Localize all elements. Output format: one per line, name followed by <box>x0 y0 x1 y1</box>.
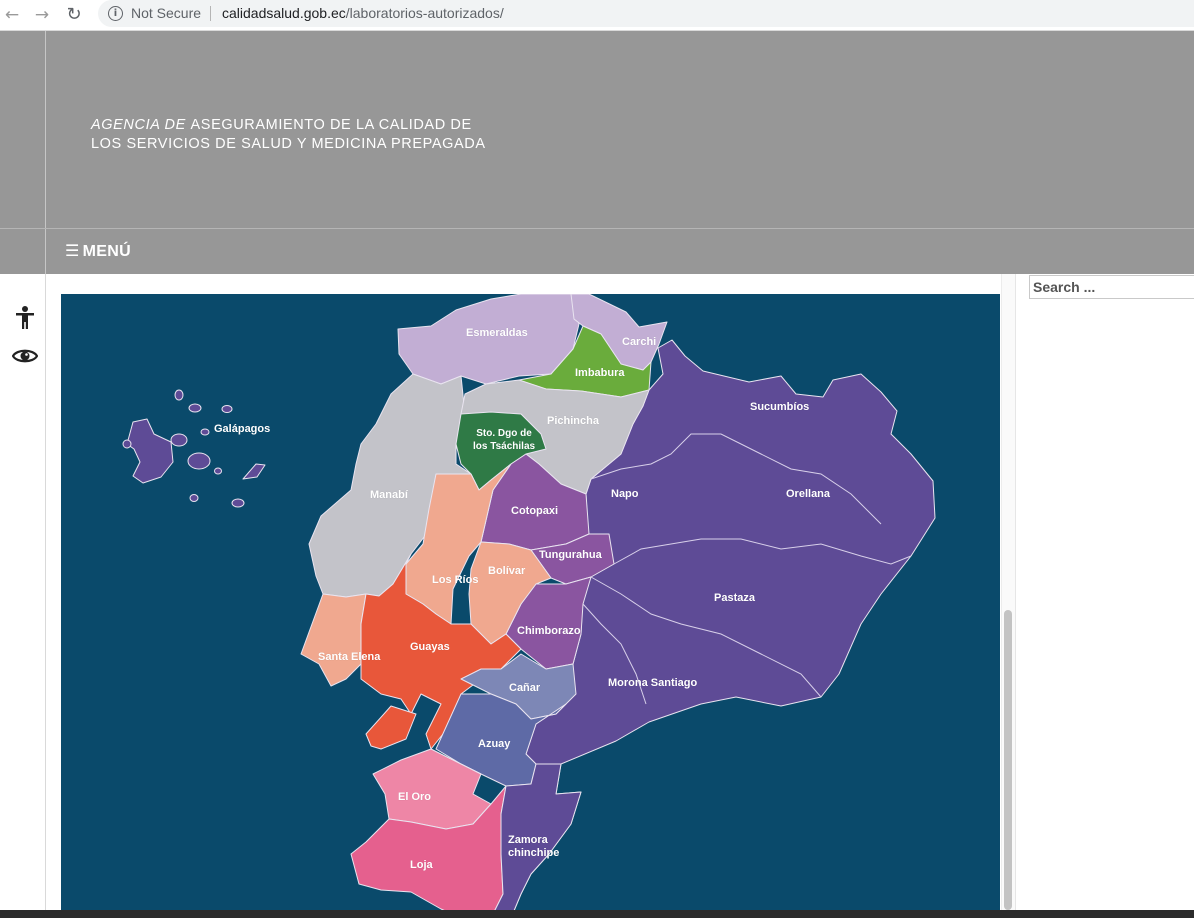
label-cotopaxi: Cotopaxi <box>511 505 559 517</box>
label-sto-domingo: Sto. Dgo de los Tsáchilas <box>473 427 535 453</box>
security-status[interactable]: Not Secure <box>131 5 201 21</box>
header-divider-horizontal <box>0 228 1194 229</box>
site-header: AGENCIA DE ASEGURAMIENTO DE LA CALIDAD D… <box>0 31 1194 274</box>
label-sto-domingo-line2: los Tsáchilas <box>473 441 536 452</box>
region-santa-elena[interactable] <box>300 593 367 687</box>
label-azuay: Azuay <box>478 738 511 750</box>
label-los-rios: Los Ríos <box>432 574 479 586</box>
label-sucumbios: Sucumbíos <box>750 401 810 413</box>
url-text[interactable]: calidadsalud.gob.ec/laboratorios-autoriz… <box>222 5 504 21</box>
region-galapagos[interactable] <box>122 389 266 508</box>
map-svg <box>122 294 936 918</box>
content-scrollbar-thumb[interactable] <box>1004 610 1012 910</box>
region-guayas-island[interactable] <box>365 705 417 750</box>
browser-toolbar: ← → ↻ i Not Secure calidadsalud.gob.ec/l… <box>0 0 1194 31</box>
bottom-edge-bar <box>0 910 1194 918</box>
label-tungurahua: Tungurahua <box>539 549 602 561</box>
label-zamora-line2: chinchipe <box>508 847 560 859</box>
label-galapagos: Galápagos <box>214 423 271 435</box>
hamburger-icon: ☰ <box>65 241 80 260</box>
label-pastaza: Pastaza <box>714 592 755 604</box>
label-imbabura: Imbabura <box>575 367 625 379</box>
label-orellana: Orellana <box>786 488 831 500</box>
menu-label: MENÚ <box>82 243 131 260</box>
left-strip-divider <box>45 274 46 918</box>
logo-line-2: LOS SERVICIOS DE SALUD Y MEDICINA PREPAG… <box>91 136 486 152</box>
reload-icon[interactable]: ↻ <box>63 4 85 26</box>
forward-arrow-icon[interactable]: → <box>31 4 53 26</box>
label-pichincha: Pichincha <box>547 415 599 427</box>
label-sto-domingo-line1: Sto. Dgo de <box>476 428 532 439</box>
logo-line-1: AGENCIA DE ASEGURAMIENTO DE LA CALIDAD D… <box>91 116 486 135</box>
label-santa-elena: Santa Elena <box>318 651 381 663</box>
menu-button[interactable]: ☰ MENÚ <box>65 241 131 261</box>
label-bolivar: Bolívar <box>488 565 526 577</box>
label-zamora-line1: Zamora <box>508 834 548 846</box>
label-carchi: Carchi <box>622 336 657 348</box>
header-divider-vertical <box>45 31 46 274</box>
info-icon[interactable]: i <box>108 6 123 21</box>
accessibility-person-icon[interactable] <box>12 305 38 331</box>
label-napo: Napo <box>611 488 639 500</box>
url-divider <box>210 6 211 21</box>
ecuador-provinces-map: Galápagos Esmeraldas Carchi Imbabura Suc… <box>61 294 1000 918</box>
label-canar: Cañar <box>509 682 541 694</box>
search-input[interactable] <box>1029 275 1194 299</box>
label-guayas: Guayas <box>410 641 450 653</box>
back-arrow-icon[interactable]: ← <box>1 4 23 26</box>
label-zamora-chinchipe: Zamora chinchipe <box>508 834 559 860</box>
label-el-oro: El Oro <box>398 791 432 803</box>
region-esmeraldas[interactable] <box>397 294 580 385</box>
label-morona-santiago: Morona Santiago <box>608 677 698 689</box>
logo-thin-text: AGENCIA DE <box>91 117 191 133</box>
address-bar[interactable]: i Not Secure calidadsalud.gob.ec/laborat… <box>98 0 1194 27</box>
logo-bold-text: ASEGURAMIENTO DE LA CALIDAD DE <box>190 117 472 133</box>
eye-icon[interactable] <box>12 343 38 369</box>
label-chimborazo: Chimborazo <box>517 625 581 637</box>
label-esmeraldas: Esmeraldas <box>466 327 528 339</box>
sidebar-divider <box>1015 274 1016 918</box>
url-path: /laboratorios-autorizados/ <box>345 5 504 21</box>
url-domain: calidadsalud.gob.ec <box>222 5 346 21</box>
label-loja: Loja <box>410 859 433 871</box>
site-logo[interactable]: AGENCIA DE ASEGURAMIENTO DE LA CALIDAD D… <box>91 116 486 154</box>
label-manabi: Manabí <box>370 489 408 501</box>
